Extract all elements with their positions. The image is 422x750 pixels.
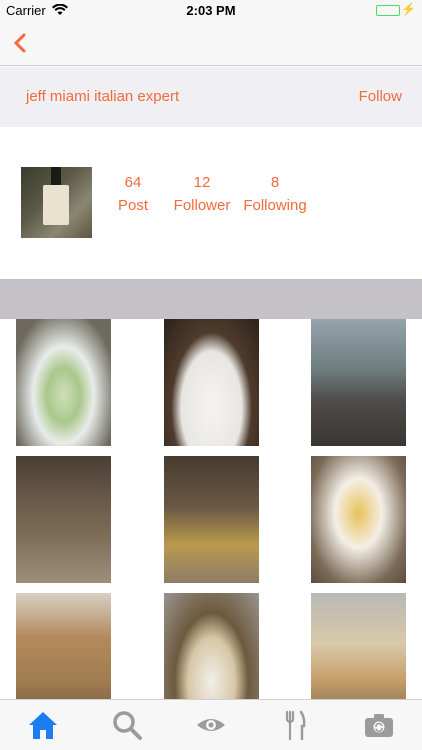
avatar[interactable] (21, 167, 92, 238)
profile-summary: 64 Post 12 Follower 8 Following (0, 127, 422, 279)
camera-icon (365, 714, 393, 737)
photo-plated-appetizer[interactable] (164, 319, 259, 446)
tab-camera[interactable] (362, 708, 396, 742)
section-divider (0, 279, 422, 319)
photo-pasta-with-greens[interactable] (16, 319, 111, 446)
tab-bar (0, 699, 422, 750)
battery-icon (376, 5, 400, 16)
search-icon (113, 711, 142, 740)
user-header: jeff miami italian expert Follow (0, 67, 422, 127)
tab-search[interactable] (110, 708, 144, 742)
following-stat[interactable]: 8 Following (240, 174, 310, 214)
navigation-bar (0, 22, 422, 66)
fork-knife-icon (285, 710, 306, 741)
clock: 2:03 PM (186, 3, 236, 18)
following-label: Following (243, 197, 307, 214)
photo-two-beer-bottles[interactable] (164, 456, 259, 583)
tab-home[interactable] (26, 708, 60, 742)
profile-username: jeff miami italian expert (26, 88, 180, 105)
followers-label: Follower (173, 197, 231, 214)
photo-grid (0, 319, 422, 699)
eye-icon (197, 719, 225, 731)
photo-bagel-display-case[interactable] (311, 593, 406, 699)
photo-egg-dish-on-plate[interactable] (311, 456, 406, 583)
photo-pastries-display[interactable] (16, 593, 111, 699)
following-count: 8 (270, 174, 280, 191)
followers-count: 12 (193, 174, 211, 191)
chevron-left-icon (13, 33, 26, 53)
charging-icon: ⚡ (401, 2, 416, 16)
tab-feed[interactable] (194, 708, 228, 742)
followers-stat[interactable]: 12 Follower (171, 174, 233, 214)
tab-restaurants[interactable] (278, 708, 312, 742)
status-bar: Carrier 2:03 PM ⚡ (0, 0, 422, 22)
home-icon (29, 712, 57, 739)
back-button[interactable] (8, 28, 38, 58)
photo-wine-glasses-on-patio[interactable] (311, 319, 406, 446)
posts-stat[interactable]: 64 Post (113, 174, 153, 214)
photo-beer-bottles-in-bar[interactable] (16, 456, 111, 583)
posts-label: Post (117, 197, 148, 214)
photo-bagel-with-cream-cheese[interactable] (164, 593, 259, 699)
follow-button[interactable]: Follow (359, 88, 402, 105)
posts-count: 64 (124, 174, 142, 191)
